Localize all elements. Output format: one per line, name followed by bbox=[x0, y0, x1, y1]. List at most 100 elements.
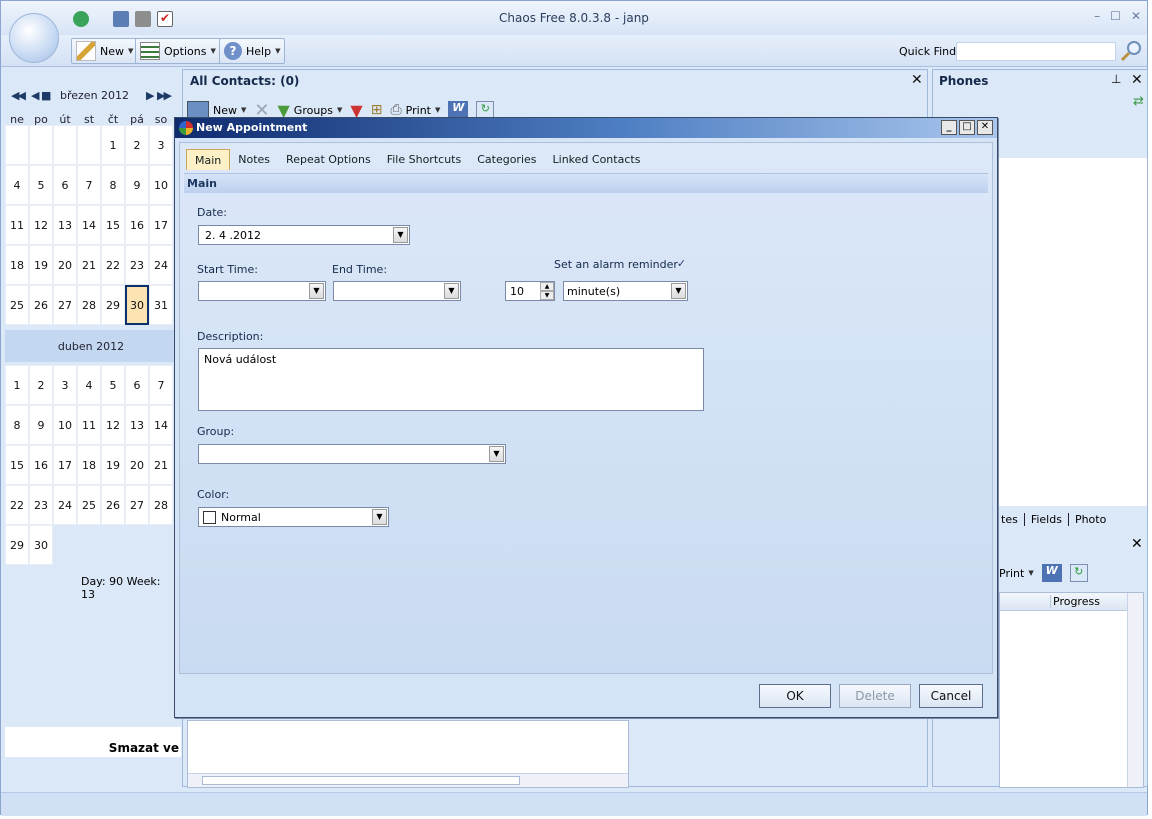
calendar-day[interactable]: 7 bbox=[77, 165, 101, 205]
chevron-down-icon[interactable]: ▼ bbox=[489, 446, 504, 462]
calendar-day[interactable]: 15 bbox=[5, 445, 29, 485]
chevron-down-icon[interactable]: ▼ bbox=[309, 283, 324, 299]
close-icon[interactable]: ✕ bbox=[1131, 9, 1141, 23]
calendar-day[interactable]: 28 bbox=[149, 485, 173, 525]
close-icon[interactable]: ✕ bbox=[911, 72, 923, 88]
calendar-day[interactable]: 9 bbox=[29, 405, 53, 445]
tab-notes[interactable]: tes bbox=[995, 513, 1024, 526]
date-picker[interactable]: 2. 4 .2012 ▼ bbox=[198, 225, 410, 245]
calendar-day[interactable]: 21 bbox=[77, 245, 101, 285]
calendar-day[interactable]: 22 bbox=[101, 245, 125, 285]
alarm-amount-stepper[interactable]: 10 ▲ ▼ bbox=[505, 281, 555, 301]
app-menu-orb[interactable] bbox=[9, 13, 59, 63]
calendar-day[interactable]: 2 bbox=[29, 365, 53, 405]
calendar-day[interactable]: 18 bbox=[77, 445, 101, 485]
sync-icon[interactable]: ⇄ bbox=[1133, 94, 1144, 109]
delete-button[interactable]: Delete bbox=[839, 684, 911, 708]
calendar-day[interactable]: 4 bbox=[5, 165, 29, 205]
tab-categories[interactable]: Categories bbox=[469, 149, 544, 170]
calendar-day[interactable]: 29 bbox=[5, 525, 29, 565]
refresh-icon[interactable]: ↻ bbox=[1069, 564, 1088, 582]
calendar-day[interactable]: 11 bbox=[77, 405, 101, 445]
close-icon[interactable]: ✕ bbox=[977, 120, 993, 135]
tab-fields[interactable]: Fields bbox=[1023, 513, 1068, 526]
calendar-day[interactable]: 26 bbox=[101, 485, 125, 525]
cancel-button[interactable]: Cancel bbox=[919, 684, 983, 708]
calendar-day[interactable]: 1 bbox=[5, 365, 29, 405]
alarm-checkbox[interactable]: ✓ bbox=[676, 258, 687, 270]
scrollbar-thumb[interactable] bbox=[202, 776, 520, 785]
calendar-day[interactable]: 24 bbox=[149, 245, 173, 285]
stop-icon[interactable]: ■ bbox=[41, 89, 52, 102]
tab-repeat-options[interactable]: Repeat Options bbox=[278, 149, 379, 170]
chevron-down-icon[interactable]: ▼ bbox=[393, 227, 408, 243]
next-year-icon[interactable]: ▶▶ bbox=[157, 89, 172, 102]
calendar-day[interactable]: 28 bbox=[77, 285, 101, 325]
calendar-day[interactable]: 12 bbox=[101, 405, 125, 445]
chevron-down-icon[interactable]: ▼ bbox=[671, 283, 686, 299]
maximize-icon[interactable]: □ bbox=[959, 120, 975, 135]
calendar-day[interactable]: 30 bbox=[29, 525, 53, 565]
calendar-day[interactable]: 23 bbox=[125, 245, 149, 285]
next-month-icon[interactable]: ▶ bbox=[146, 89, 155, 102]
tab-main[interactable]: Main bbox=[186, 149, 231, 170]
calendar-day[interactable]: 23 bbox=[29, 485, 53, 525]
end-time-field[interactable]: ▼ bbox=[333, 281, 461, 301]
horizontal-scrollbar[interactable] bbox=[188, 773, 628, 787]
calendar-day[interactable]: 27 bbox=[125, 485, 149, 525]
calendar-day[interactable]: 13 bbox=[53, 205, 77, 245]
calendar-day[interactable]: 11 bbox=[5, 205, 29, 245]
print-button[interactable]: ⎙ Print ▼ bbox=[390, 102, 440, 118]
chevron-down-icon[interactable]: ▼ bbox=[444, 283, 459, 299]
tasks-grid[interactable]: Progress bbox=[999, 592, 1144, 788]
contacts-list[interactable] bbox=[187, 720, 629, 788]
pin-icon[interactable]: ⊥ bbox=[1111, 72, 1121, 86]
prev-year-icon[interactable]: ◀◀ bbox=[11, 89, 26, 102]
close-icon[interactable]: ✕ bbox=[1131, 536, 1143, 552]
calendar-day[interactable]: 6 bbox=[53, 165, 77, 205]
calendar-day[interactable]: 31 bbox=[149, 285, 173, 325]
calendar-day[interactable]: 20 bbox=[53, 245, 77, 285]
calendar-day[interactable]: 4 bbox=[77, 365, 101, 405]
color-select[interactable]: Normal ▼ bbox=[198, 507, 389, 527]
new-menu-button[interactable]: New ▼ bbox=[71, 38, 139, 64]
calendar-day[interactable]: 5 bbox=[29, 165, 53, 205]
group-select[interactable]: ▼ bbox=[198, 444, 506, 464]
calendar-day[interactable]: 10 bbox=[53, 405, 77, 445]
prev-month-icon[interactable]: ◀ bbox=[31, 89, 40, 102]
calendar-day[interactable]: 27 bbox=[53, 285, 77, 325]
tab-linked-contacts[interactable]: Linked Contacts bbox=[545, 149, 649, 170]
quick-find-input[interactable] bbox=[956, 42, 1116, 61]
calendar-day[interactable]: 6 bbox=[125, 365, 149, 405]
calendar-day[interactable]: 3 bbox=[53, 365, 77, 405]
start-time-field[interactable]: ▼ bbox=[198, 281, 326, 301]
calendar-day[interactable]: 30 bbox=[125, 285, 149, 325]
calendar-day[interactable]: 26 bbox=[29, 285, 53, 325]
help-menu-button[interactable]: ? Help ▼ bbox=[219, 38, 286, 64]
options-menu-button[interactable]: Options ▼ bbox=[135, 38, 221, 64]
calendar-day[interactable]: 3 bbox=[149, 125, 173, 165]
vertical-scrollbar[interactable] bbox=[1127, 593, 1143, 787]
calendar-day[interactable]: 14 bbox=[149, 405, 173, 445]
tab-photo[interactable]: Photo bbox=[1067, 513, 1112, 526]
calendar-day[interactable]: 8 bbox=[101, 165, 125, 205]
calendar-day[interactable]: 25 bbox=[77, 485, 101, 525]
description-field[interactable]: Nová událost bbox=[198, 348, 704, 411]
calendar-day[interactable]: 29 bbox=[101, 285, 125, 325]
tree-view-icon[interactable]: ⊞ bbox=[371, 102, 383, 118]
calendar-day[interactable]: 1 bbox=[101, 125, 125, 165]
calendar-day[interactable]: 22 bbox=[5, 485, 29, 525]
calendar-day[interactable]: 24 bbox=[53, 485, 77, 525]
minimize-icon[interactable]: _ bbox=[941, 120, 957, 135]
calendar-day[interactable]: 21 bbox=[149, 445, 173, 485]
calendar-day[interactable]: 9 bbox=[125, 165, 149, 205]
calendar-day[interactable]: 16 bbox=[29, 445, 53, 485]
decrement-icon[interactable]: ▼ bbox=[540, 291, 554, 300]
calendar-day[interactable]: 17 bbox=[53, 445, 77, 485]
calendar-day[interactable]: 10 bbox=[149, 165, 173, 205]
word-export-icon[interactable]: W bbox=[1041, 564, 1062, 582]
calendar-day[interactable]: 16 bbox=[125, 205, 149, 245]
calendar-day[interactable]: 13 bbox=[125, 405, 149, 445]
calendar-day[interactable]: 14 bbox=[77, 205, 101, 245]
minimize-icon[interactable]: – bbox=[1094, 9, 1100, 23]
